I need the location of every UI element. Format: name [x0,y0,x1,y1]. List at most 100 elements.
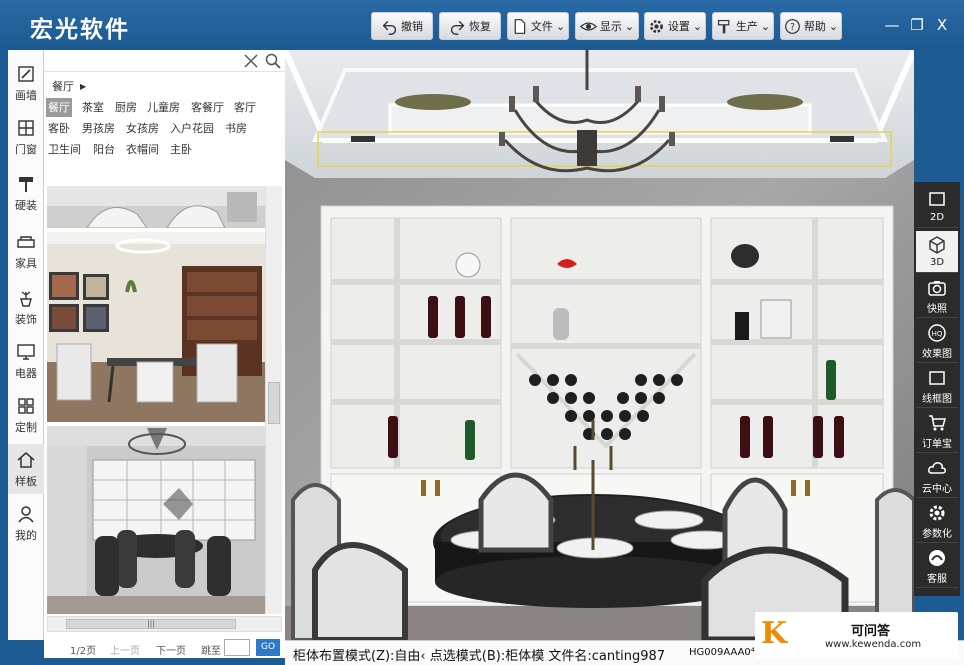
rightbar-label: 客服 [927,574,947,585]
redo-label: 恢复 [469,20,491,33]
right-toolbar: 2D 3D 快照 HQ 效果图 线框图 订单宝 云中心 参数化 客服 [914,182,960,596]
category-item[interactable]: 男孩房 [80,119,117,138]
template-library-panel: 餐厅 ▶ 餐厅 茶室 厨房 儿童房 客餐厅 客厅 客卧 男孩房 女孩房 入户花园… [44,50,285,640]
category-item[interactable]: 阳台 [91,140,117,159]
leftbar-label: 画墙 [15,88,37,102]
thumbnail-horizontal-scrollbar[interactable]: ||| [47,616,282,632]
cloud-icon [928,462,946,474]
gear-icon [929,505,945,521]
category-item[interactable]: 主卧 [168,140,194,159]
template-thumbnail[interactable] [47,186,265,228]
category-item[interactable]: 客餐厅 [189,98,226,117]
grid-icon [18,397,34,414]
category-item[interactable]: 儿童房 [145,98,182,117]
restore-button[interactable]: ❐ [906,14,928,36]
file-label: 文件 [530,20,553,33]
thumbnail-vertical-scrollbar[interactable] [265,186,282,614]
leftbar-label: 电器 [15,366,37,380]
scrollbar-thumb[interactable]: ||| [66,619,236,629]
help-menu-button[interactable]: ? 帮助 ⌄ [780,12,842,40]
chevron-down-icon: ⌄ [624,19,635,33]
hd-render-icon: HQ [928,324,946,342]
produce-menu-button[interactable]: 生产 ⌄ [712,12,774,40]
caret-right-icon: ▶ [80,81,87,91]
category-item[interactable]: 厨房 [113,98,139,117]
eye-icon [579,22,597,30]
breadcrumb-current[interactable]: 餐厅 [52,78,74,94]
svg-text:?: ? [790,21,795,32]
search-icon[interactable] [264,52,282,70]
category-item[interactable]: 卫生间 [46,140,83,159]
cloud-center-button[interactable]: 云中心 [916,456,958,498]
snapshot-button[interactable]: 快照 [916,276,958,318]
category-item[interactable]: 书房 [223,119,249,138]
watermark-title: 可问答 [851,624,891,639]
chevron-down-icon: ⌄ [555,19,566,33]
3d-viewport[interactable] [285,50,914,640]
leftbar-item-furniture[interactable]: 家具 [8,226,44,276]
redo-button[interactable]: 恢复 [439,12,501,40]
category-item[interactable]: 餐厅 [46,98,72,117]
category-item[interactable]: 入户花园 [168,119,216,138]
panel-toolbar [44,50,285,72]
rightbar-label: 效果图 [922,349,952,360]
close-icon[interactable] [242,52,260,70]
go-button[interactable]: GO [256,639,280,656]
leftbar-item-hard-decor[interactable]: 硬装 [8,168,44,218]
leftbar-item-draw-wall[interactable]: 画墙 [8,58,44,108]
rightbar-label: 订单宝 [922,439,952,450]
close-button[interactable]: X [931,14,953,36]
category-item[interactable]: 衣帽间 [124,140,161,159]
chevron-down-icon: ⌄ [692,19,703,33]
category-item[interactable]: 女孩房 [124,119,161,138]
plant-icon [20,290,32,307]
pen-icon [18,65,34,82]
house-icon [17,451,35,468]
template-thumbnail[interactable] [47,232,265,422]
leftbar-label: 硬装 [15,198,37,212]
display-menu-button[interactable]: 显示 ⌄ [575,12,639,40]
file-menu-button[interactable]: 文件 ⌄ [507,12,569,40]
order-button[interactable]: 订单宝 [916,411,958,453]
leftbar-item-doors-windows[interactable]: 门窗 [8,112,44,162]
category-item[interactable]: 客卧 [46,119,72,138]
minimize-button[interactable]: — [881,14,903,36]
undo-label: 撤销 [401,20,423,33]
undo-icon [382,20,397,35]
view-2d-button[interactable]: 2D [916,186,958,228]
wireframe-button[interactable]: 线框图 [916,366,958,408]
next-page-button[interactable]: 下一页 [156,642,186,657]
app-title: 宏光软件 [30,17,130,43]
produce-label: 生产 [735,20,758,33]
leftbar-item-custom[interactable]: 定制 [8,390,44,440]
scrollbar-thumb[interactable] [268,382,280,424]
paint-roller-icon [19,176,33,192]
undo-button[interactable]: 撤销 [371,12,433,40]
prev-page-button[interactable]: 上一页 [110,642,140,657]
customer-service-button[interactable]: 客服 [916,546,958,588]
parametric-button[interactable]: 参数化 [916,501,958,543]
category-item[interactable]: 茶室 [80,98,106,117]
rightbar-label: 线框图 [922,394,952,405]
gear-icon [650,19,663,33]
leftbar-item-appliances[interactable]: 电器 [8,336,44,386]
settings-menu-button[interactable]: 设置 ⌄ [644,12,706,40]
jump-page-input[interactable] [224,639,250,656]
view-3d-button[interactable]: 3D [916,231,958,273]
leftbar-item-decoration[interactable]: 装饰 [8,282,44,332]
category-item[interactable]: 客厅 [232,98,258,117]
watermark-url: www.kewenda.com [825,639,922,650]
chevron-down-icon: ⌄ [828,19,839,33]
cube-3d-icon [929,236,945,254]
template-thumbnail[interactable] [47,426,265,614]
dining-room-render [285,50,914,640]
headset-icon [929,550,945,566]
render-button[interactable]: HQ 效果图 [916,321,958,363]
monitor-icon [17,343,35,360]
leftbar-item-templates[interactable]: 样板 [8,444,44,494]
user-icon [18,505,34,522]
leftbar-item-mine[interactable]: 我的 [8,498,44,548]
settings-label: 设置 [667,20,690,33]
title-bar: 宏光软件 撤销 恢复 文件 ⌄ 显示 ⌄ 设置 ⌄ 生产 ⌄ ? 帮助 ⌄ — … [0,0,964,50]
leftbar-label: 定制 [15,420,37,434]
